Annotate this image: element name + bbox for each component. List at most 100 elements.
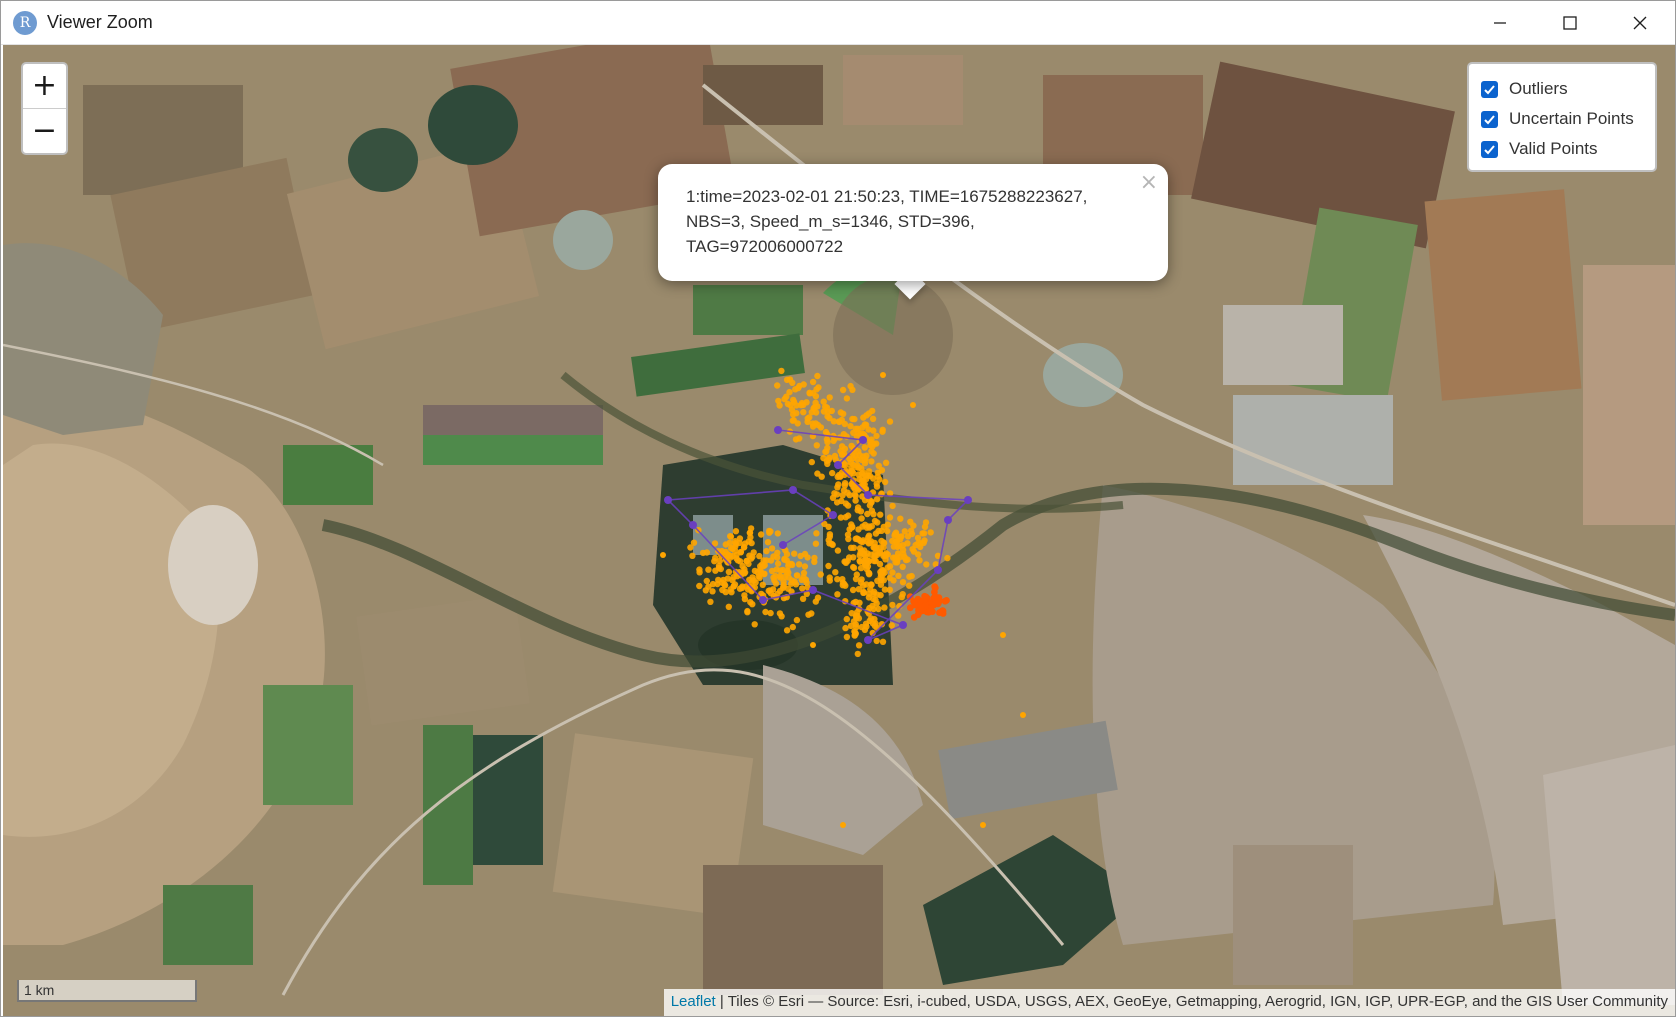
outlier-point[interactable] [843, 633, 851, 641]
outlier-point[interactable] [834, 591, 841, 598]
outlier-point[interactable] [899, 579, 907, 586]
outlier-point[interactable] [777, 574, 784, 581]
outlier-point[interactable] [840, 431, 847, 438]
outlier-point[interactable] [768, 545, 776, 552]
zoom-out-button[interactable]: − [23, 109, 66, 154]
outlier-point[interactable] [826, 394, 833, 401]
outlier-point[interactable] [809, 390, 817, 397]
outlier-point[interactable] [873, 637, 880, 645]
valid-point[interactable] [664, 496, 672, 504]
outlier-point[interactable] [832, 569, 839, 576]
outlier-point[interactable] [833, 499, 841, 506]
outlier-point[interactable] [892, 538, 899, 546]
outlier-point[interactable] [848, 524, 856, 531]
outlier-point[interactable] [783, 376, 791, 383]
outlier-point[interactable] [880, 372, 886, 378]
outlier-point[interactable] [822, 403, 829, 410]
outlier-point[interactable] [858, 470, 866, 477]
outlier-point[interactable] [793, 402, 800, 409]
popup-close-button[interactable]: × [1140, 170, 1158, 195]
outlier-point[interactable] [774, 530, 781, 537]
outlier-point[interactable] [801, 550, 809, 558]
outlier-point[interactable] [944, 554, 951, 562]
outlier-point[interactable] [852, 575, 860, 583]
uncertain-point[interactable] [941, 597, 949, 605]
outlier-point[interactable] [793, 616, 801, 624]
outlier-point[interactable] [884, 521, 891, 528]
outlier-point[interactable] [749, 553, 756, 560]
valid-point[interactable] [864, 636, 872, 644]
outlier-point[interactable] [747, 599, 754, 606]
outlier-point[interactable] [839, 492, 846, 499]
outlier-point[interactable] [812, 409, 820, 416]
outlier-point[interactable] [789, 411, 797, 418]
outlier-point[interactable] [764, 539, 772, 546]
outlier-point[interactable] [916, 557, 923, 564]
outlier-point[interactable] [870, 427, 877, 434]
outlier-point[interactable] [889, 601, 896, 609]
outlier-point[interactable] [778, 367, 785, 375]
outlier-point[interactable] [854, 650, 861, 658]
outlier-point[interactable] [745, 560, 752, 568]
outlier-point[interactable] [834, 576, 841, 583]
valid-point[interactable] [964, 496, 972, 504]
outlier-point[interactable] [852, 630, 859, 637]
outlier-point[interactable] [834, 473, 841, 480]
outlier-point[interactable] [746, 529, 754, 536]
outlier-point[interactable] [703, 577, 710, 585]
outlier-point[interactable] [822, 428, 830, 436]
outlier-point[interactable] [696, 566, 703, 573]
outlier-point[interactable] [792, 436, 800, 443]
outlier-point[interactable] [762, 608, 769, 616]
outlier-point[interactable] [873, 432, 880, 440]
outlier-point[interactable] [884, 527, 891, 535]
outlier-point[interactable] [854, 425, 862, 432]
map-canvas[interactable]: + − Outliers Uncertain Points Valid Poin… [3, 45, 1675, 1016]
outlier-point[interactable] [852, 613, 860, 620]
outlier-point[interactable] [826, 540, 833, 547]
outlier-point[interactable] [736, 585, 744, 592]
outlier-point[interactable] [751, 621, 758, 628]
outlier-point[interactable] [866, 617, 873, 624]
maximize-button[interactable] [1535, 1, 1605, 45]
valid-point[interactable] [944, 516, 952, 524]
outlier-point[interactable] [878, 467, 886, 474]
outlier-point[interactable] [803, 399, 810, 406]
outlier-point[interactable] [844, 502, 852, 509]
outlier-point[interactable] [772, 580, 780, 587]
outlier-point[interactable] [841, 445, 849, 452]
outlier-point[interactable] [788, 580, 795, 587]
uncertain-point[interactable] [918, 605, 925, 613]
outlier-point[interactable] [775, 397, 782, 405]
outlier-point[interactable] [837, 409, 844, 416]
outlier-point[interactable] [861, 444, 868, 451]
outlier-point[interactable] [791, 550, 798, 557]
outlier-point[interactable] [774, 554, 781, 561]
outlier-point[interactable] [761, 570, 768, 577]
zoom-in-button[interactable]: + [23, 64, 66, 109]
outlier-point[interactable] [843, 615, 850, 623]
outlier-point[interactable] [801, 563, 809, 570]
outlier-point[interactable] [779, 566, 787, 574]
outlier-point[interactable] [759, 581, 766, 588]
outlier-point[interactable] [799, 585, 806, 592]
outlier-point[interactable] [815, 384, 822, 391]
uncertain-point[interactable] [936, 609, 943, 616]
outlier-point[interactable] [980, 822, 986, 828]
outlier-point[interactable] [751, 567, 759, 575]
outlier-point[interactable] [850, 483, 857, 491]
outlier-point[interactable] [808, 458, 815, 466]
uncertain-checkbox[interactable] [1481, 110, 1498, 128]
outlier-point[interactable] [781, 555, 788, 562]
valid-point[interactable] [829, 511, 837, 519]
outlier-point[interactable] [774, 560, 782, 567]
outlier-point[interactable] [910, 522, 917, 529]
outlier-point[interactable] [756, 552, 763, 560]
outlier-point[interactable] [858, 515, 865, 522]
outlier-point[interactable] [824, 439, 831, 446]
outlier-point[interactable] [873, 496, 881, 503]
outlier-point[interactable] [825, 562, 832, 570]
outlier-point[interactable] [868, 458, 875, 465]
outlier-point[interactable] [660, 552, 666, 558]
outlier-point[interactable] [854, 507, 861, 514]
